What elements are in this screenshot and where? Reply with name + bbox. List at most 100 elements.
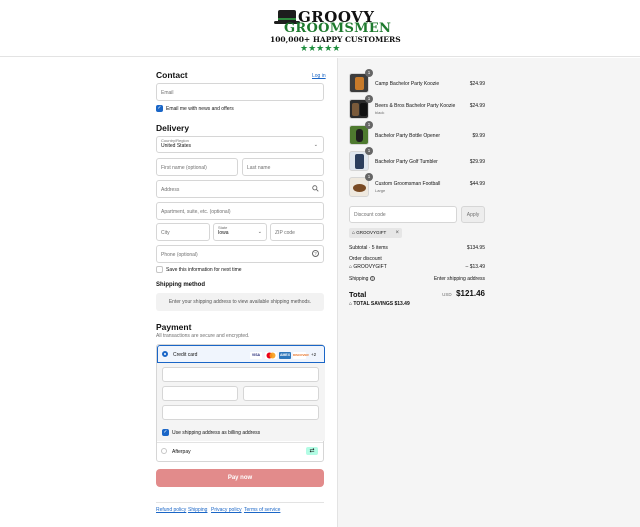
contact-heading: Contact [156, 70, 188, 80]
savings-label: TOTAL SAVINGS [353, 301, 394, 307]
total-savings: ⌂ TOTAL SAVINGS $13.49 [349, 301, 410, 307]
shipping-policy-link[interactable]: Shipping [188, 507, 207, 513]
address-placeholder: Address [161, 187, 180, 193]
cart-item: 1 Bachelor Party Golf Tumbler $29.99 [349, 147, 485, 171]
info-icon[interactable]: ? [369, 276, 375, 281]
billing-same-checkbox[interactable]: ✓ [162, 429, 169, 436]
security-code-field[interactable] [243, 386, 319, 401]
item-variant: Large [375, 188, 386, 193]
logo-line2: GROOMSMEN [284, 21, 392, 36]
item-variant: black [375, 110, 385, 115]
apartment-field[interactable]: Apartment, suite, etc. (optional) [156, 202, 324, 220]
shipping-method-heading: Shipping method [156, 282, 205, 288]
state-select[interactable]: State Iowa ⌄ [213, 223, 267, 241]
item-price: $44.99 [469, 181, 485, 187]
card-details-panel: ✓ Use shipping address as billing addres… [157, 363, 325, 441]
phone-field[interactable]: Phone (optional) ? [156, 245, 324, 263]
applied-discount-tag: ⌂ GROOVYGIFT × [349, 228, 402, 238]
first-name-placeholder: First name (optional) [161, 165, 207, 171]
card-number-field[interactable] [162, 367, 319, 382]
quantity-badge: 1 [365, 173, 373, 181]
shipping-row-label: Shipping ? [349, 276, 375, 282]
cart-item: 1 Bachelor Party Bottle Opener $9.99 [349, 121, 485, 145]
item-name: Bachelor Party Golf Tumbler [375, 159, 438, 165]
last-name-field[interactable]: Last name [242, 158, 324, 176]
amex-icon: AMEX [279, 352, 291, 359]
chevron-down-icon: ⌄ [257, 229, 262, 235]
save-info-checkbox[interactable] [156, 266, 163, 273]
item-name: Camp Bachelor Party Koozie [375, 81, 440, 87]
afterpay-radio[interactable] [161, 448, 167, 454]
delivery-heading: Delivery [156, 123, 190, 133]
privacy-policy-link[interactable]: Privacy policy [211, 507, 242, 513]
expiry-field[interactable] [162, 386, 238, 401]
discount-code-input[interactable]: Discount code [349, 206, 457, 223]
hat-band [278, 18, 296, 20]
store-logo[interactable]: GROOVY GROOMSMEN 100,000+ HAPPY CUSTOMER… [262, 4, 401, 53]
order-discount-value: – $13.49 [465, 264, 485, 270]
item-price: $24.99 [469, 103, 485, 109]
pay-now-button[interactable]: Pay now [156, 469, 324, 487]
first-name-field[interactable]: First name (optional) [156, 158, 238, 176]
country-value: United States [161, 143, 192, 149]
remove-discount-icon[interactable]: × [395, 228, 399, 238]
quantity-badge: 1 [365, 95, 373, 103]
address-field[interactable]: Address [156, 180, 324, 198]
terms-of-service-link[interactable]: Terms of service [244, 507, 280, 513]
subtotal-label: Subtotal · 5 items [349, 245, 388, 251]
email-optin-checkbox[interactable]: ✓ [156, 105, 163, 112]
cart-item: 1 Beers & Bros Bachelor Party Koozie bla… [349, 95, 485, 119]
afterpay-logo-icon: ⇄ [306, 447, 318, 455]
item-price: $24.99 [469, 81, 485, 87]
tag-icon: ⌂ [349, 264, 353, 270]
payment-subtitle: All transactions are secure and encrypte… [156, 333, 250, 339]
more-cards-count: +2 [311, 352, 317, 357]
login-link[interactable]: Log in [312, 73, 326, 79]
email-field[interactable]: Email [156, 83, 324, 101]
credit-card-radio[interactable] [162, 351, 168, 357]
quantity-badge: 1 [365, 121, 373, 129]
chevron-down-icon: ⌄ [313, 142, 318, 148]
shipping-label-text: Shipping [349, 276, 369, 282]
credit-card-label: Credit card [173, 352, 198, 358]
apartment-placeholder: Apartment, suite, etc. (optional) [161, 209, 231, 215]
zip-field[interactable]: ZIP code [270, 223, 324, 241]
payment-options: Credit card VISA AMEX DISCOVER +2 ✓ Use … [156, 344, 325, 462]
cart-item: 1 Custom Groomsman Football Large $44.99 [349, 173, 485, 197]
payment-heading: Payment [156, 322, 192, 332]
shipping-method-notice: Enter your shipping address to view avai… [156, 293, 324, 311]
state-value: Iowa [218, 230, 229, 236]
zip-placeholder: ZIP code [275, 230, 295, 236]
item-name: Bachelor Party Bottle Opener [375, 133, 441, 139]
total-label: Total [349, 290, 367, 299]
quantity-badge: 1 [365, 69, 373, 77]
order-discount-label: Order discount [349, 256, 382, 262]
item-price: $9.99 [472, 133, 485, 139]
phone-placeholder: Phone (optional) [161, 252, 198, 258]
applied-code-label: GROOVYGIFT [356, 230, 387, 235]
apply-discount-button[interactable]: Apply [461, 206, 485, 223]
footer-divider [156, 502, 324, 503]
shipping-value: Enter shipping address [433, 276, 485, 282]
header: GROOVY GROOMSMEN 100,000+ HAPPY CUSTOMER… [0, 0, 640, 57]
search-icon [312, 185, 319, 192]
order-discount-code: ⌂ GROOVYGIFT [349, 264, 387, 270]
city-field[interactable]: City [156, 223, 210, 241]
billing-same-label: Use shipping address as billing address [172, 430, 261, 436]
currency-code: USD [442, 292, 452, 297]
name-on-card-field[interactable] [162, 405, 319, 420]
discount-placeholder: Discount code [354, 212, 386, 218]
last-name-placeholder: Last name [247, 165, 271, 171]
checkout-page: GROOVY GROOMSMEN 100,000+ HAPPY CUSTOMER… [0, 0, 640, 527]
refund-policy-link[interactable]: Refund policy [156, 507, 186, 513]
city-placeholder: City [161, 230, 170, 236]
afterpay-option[interactable]: Afterpay ⇄ [157, 443, 323, 461]
credit-card-option[interactable]: Credit card VISA AMEX DISCOVER +2 [157, 345, 325, 363]
help-icon[interactable]: ? [312, 250, 319, 257]
email-placeholder: Email [161, 90, 174, 96]
save-info-label: Save this information for next time [166, 267, 242, 273]
item-name: Beers & Bros Bachelor Party Koozie [375, 103, 456, 109]
country-select[interactable]: Country/Region United States ⌄ [156, 136, 324, 153]
order-discount-code-text: GROOVYGIFT [353, 264, 387, 270]
total-value: $121.46 [456, 289, 485, 298]
